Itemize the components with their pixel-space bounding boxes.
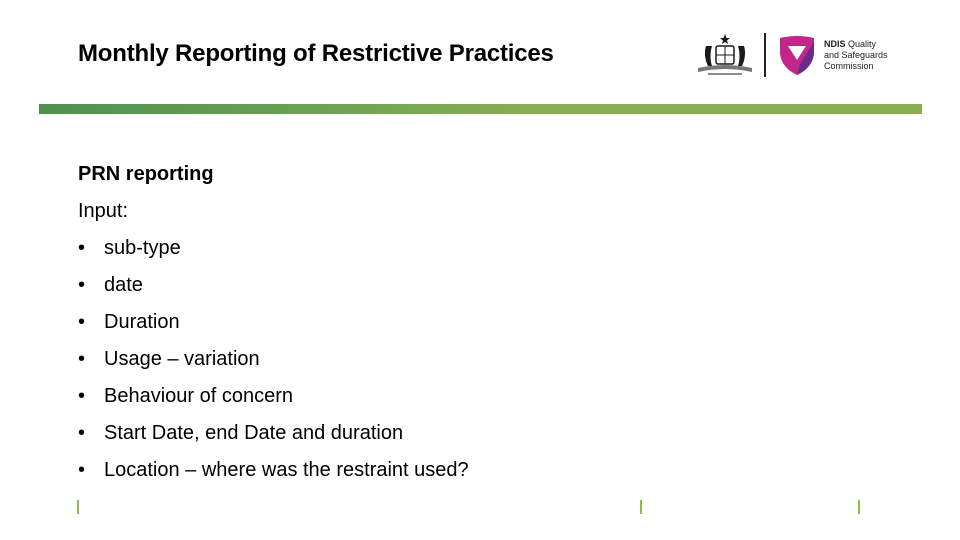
ndis-commission-wordmark: NDIS Quality and Safeguards Commission bbox=[824, 39, 888, 72]
bullet-icon: • bbox=[78, 385, 86, 407]
bullet-text: Location – where was the restraint used? bbox=[104, 459, 469, 481]
commission-label: Commission bbox=[824, 61, 874, 71]
slide-title: Monthly Reporting of Restrictive Practic… bbox=[78, 40, 554, 67]
bullet-text: date bbox=[104, 274, 143, 296]
bullet-text: Usage – variation bbox=[104, 348, 260, 370]
list-item: • sub-type bbox=[78, 234, 469, 271]
ndis-label: NDIS bbox=[824, 39, 846, 49]
footer-divider-right bbox=[858, 500, 860, 514]
section-heading: PRN reporting bbox=[78, 163, 214, 185]
list-item: • Start Date, end Date and duration bbox=[78, 419, 469, 456]
list-item: • Usage – variation bbox=[78, 345, 469, 382]
list-item: • Behaviour of concern bbox=[78, 382, 469, 419]
bullet-icon: • bbox=[78, 348, 86, 370]
bullet-icon: • bbox=[78, 311, 86, 333]
header-accent-bar bbox=[39, 104, 922, 114]
australian-government-crest-icon bbox=[698, 34, 752, 75]
slide-body: PRN reporting Input: • sub-type • date • Du… bbox=[78, 160, 469, 493]
bullet-icon: • bbox=[78, 237, 86, 259]
footer-divider-middle bbox=[640, 500, 642, 514]
header-logos: NDIS Quality and Safeguards Commission bbox=[694, 30, 894, 80]
bullet-text: Duration bbox=[104, 311, 180, 333]
logo-divider bbox=[764, 33, 766, 77]
bullet-icon: • bbox=[78, 422, 86, 444]
footer-divider-left bbox=[77, 500, 79, 514]
list-item: • date bbox=[78, 271, 469, 308]
bullet-icon: • bbox=[78, 459, 86, 481]
list-item: • Location – where was the restraint used… bbox=[78, 456, 469, 493]
input-label: Input: bbox=[78, 200, 129, 222]
bullet-icon: • bbox=[78, 274, 86, 296]
bullet-text: Start Date, end Date and duration bbox=[104, 422, 404, 444]
safeguards-label: and Safeguards bbox=[824, 50, 888, 60]
bullet-text: sub-type bbox=[104, 237, 181, 259]
ndis-shield-logo-icon bbox=[780, 36, 814, 75]
list-item: • Duration bbox=[78, 308, 469, 345]
input-bullet-list: • sub-type • date • Duration • Usage – varia… bbox=[78, 234, 469, 493]
quality-label: Quality bbox=[845, 39, 877, 49]
bullet-text: Behaviour of concern bbox=[104, 385, 294, 407]
